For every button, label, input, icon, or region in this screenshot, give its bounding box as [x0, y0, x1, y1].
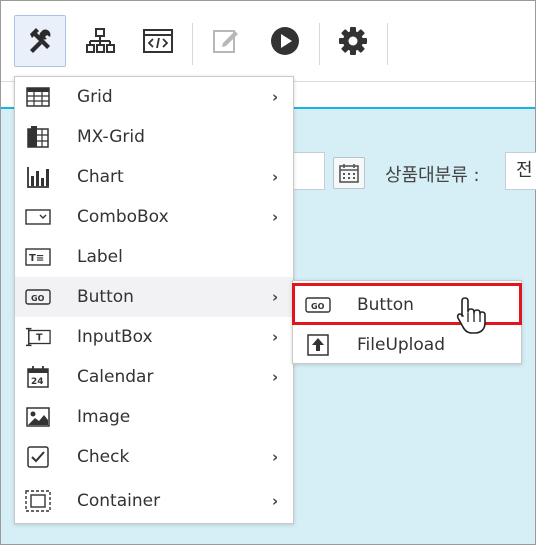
toolbar-separator — [192, 23, 193, 65]
tools-button[interactable] — [14, 15, 66, 67]
menu-item-label: Container — [77, 491, 161, 511]
menu-item-inputbox[interactable]: T InputBox › — [15, 317, 293, 357]
menu-item-label: Check — [77, 447, 130, 467]
menu-item-label: Chart — [77, 167, 124, 187]
menu-item-label: Button — [77, 287, 134, 307]
combobox-icon — [25, 204, 51, 230]
tools-icon — [30, 28, 51, 53]
toolbar-separator — [319, 23, 320, 65]
chart-icon — [25, 164, 51, 190]
chevron-right-icon: › — [272, 328, 279, 346]
calendar-button[interactable] — [333, 157, 365, 189]
code-view-button[interactable] — [132, 15, 184, 67]
chevron-right-icon: › — [272, 288, 279, 306]
chevron-right-icon: › — [272, 168, 279, 186]
chevron-right-icon: › — [272, 208, 279, 226]
menu-item-combobox[interactable]: ComboBox › — [15, 197, 293, 237]
toolbar-separator — [387, 23, 388, 65]
settings-icon — [339, 27, 367, 55]
menu-item-label: Grid — [77, 87, 113, 107]
file-upload-icon — [305, 332, 331, 358]
menu-item-label: Calendar — [77, 367, 154, 387]
button-icon: GO — [25, 284, 51, 310]
menu-item-label: MX-Grid — [77, 127, 145, 147]
menu-item-container[interactable]: Container › — [15, 481, 293, 521]
grid-icon — [25, 84, 51, 110]
check-icon — [25, 444, 51, 470]
chevron-right-icon: › — [272, 492, 279, 510]
chevron-right-icon: › — [272, 368, 279, 386]
category-select[interactable]: 전 — [505, 152, 536, 190]
menu-item-mx-grid[interactable]: MX-Grid — [15, 117, 293, 157]
inputbox-icon: T — [25, 324, 51, 350]
hierarchy-icon — [86, 28, 115, 53]
menu-item-calendar[interactable]: 24 Calendar › — [15, 357, 293, 397]
menu-item-grid[interactable]: Grid › — [15, 77, 293, 117]
code-view-icon — [143, 29, 173, 53]
calendar-icon — [339, 164, 359, 183]
image-icon — [25, 404, 51, 430]
menu-item-label: ComboBox — [77, 207, 169, 227]
component-menu: Grid › MX-Grid Chart › ComboBox › T≡ Lab… — [14, 76, 294, 524]
selection-highlight — [292, 283, 522, 325]
edit-button[interactable] — [200, 15, 252, 67]
svg-text:T≡: T≡ — [29, 253, 44, 264]
submenu-item-label: FileUpload — [357, 335, 446, 355]
mx-grid-icon — [25, 124, 51, 150]
svg-text:24: 24 — [31, 377, 44, 387]
submenu-item-fileupload[interactable]: FileUpload — [293, 325, 521, 365]
date-input[interactable] — [291, 152, 325, 190]
run-button[interactable] — [259, 15, 311, 67]
menu-item-image[interactable]: Image — [15, 397, 293, 437]
label-icon: T≡ — [25, 244, 51, 270]
chevron-right-icon: › — [272, 88, 279, 106]
play-icon — [271, 27, 299, 55]
menu-item-label: InputBox — [77, 327, 153, 347]
edit-icon — [213, 30, 238, 53]
hierarchy-button[interactable] — [74, 15, 126, 67]
category-label: 상품대분류 : — [385, 165, 480, 186]
calendar-icon: 24 — [25, 364, 51, 390]
svg-text:GO: GO — [31, 294, 45, 303]
menu-item-chart[interactable]: Chart › — [15, 157, 293, 197]
menu-item-label: Label — [77, 247, 123, 267]
menu-item-button[interactable]: GO Button › — [15, 277, 293, 317]
menu-item-check[interactable]: Check › — [15, 437, 293, 477]
settings-button[interactable] — [327, 15, 379, 67]
menu-item-label[interactable]: T≡ Label — [15, 237, 293, 277]
toolbar — [1, 1, 535, 81]
hand-pointer-icon — [456, 296, 486, 338]
menu-item-label: Image — [77, 407, 131, 427]
svg-text:T: T — [36, 333, 43, 344]
container-icon — [25, 488, 51, 514]
chevron-right-icon: › — [272, 448, 279, 466]
